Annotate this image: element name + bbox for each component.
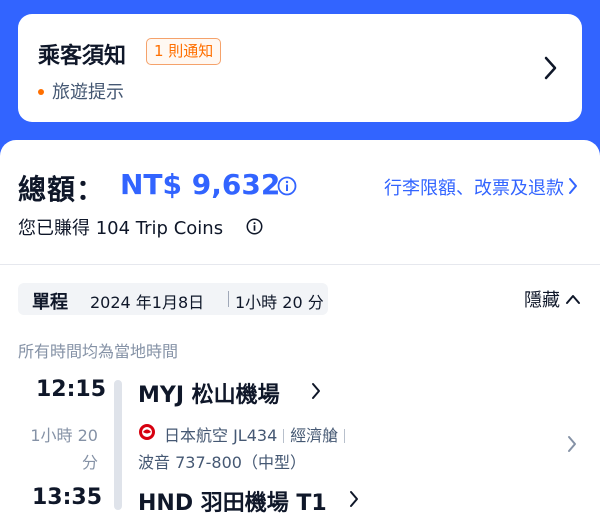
hide-details-button[interactable]: 隱藏 (524, 286, 560, 312)
airline-logo-icon (139, 424, 155, 440)
flight-duration: 1小時 20 (30, 426, 98, 445)
separator (283, 428, 285, 443)
arrival-airport-link[interactable]: HND 羽田機場 T1 (138, 485, 327, 517)
booking-summary-card: 總額： NT$ 9,632 行李限額、改票及退款 您已賺得 104 Trip C… (0, 140, 600, 523)
chevron-right-icon[interactable] (310, 381, 322, 401)
info-icon[interactable] (277, 176, 297, 196)
departure-airport-link[interactable]: MYJ 松山機場 (138, 377, 280, 409)
flight-duration-unit: 分 (81, 453, 98, 472)
chevron-right-icon[interactable] (566, 176, 580, 196)
trip-duration: 1小時 20 分 (235, 293, 324, 312)
trip-type-label: 單程 (32, 292, 68, 313)
separator (228, 291, 229, 307)
flight-info: 日本航空 JL434 經濟艙 (164, 422, 351, 446)
info-icon[interactable] (246, 218, 263, 235)
arrival-time: 13:35 (32, 485, 103, 510)
notice-subtitle: 旅遊提示 (38, 78, 124, 104)
notice-title: 乘客須知 (38, 44, 127, 69)
local-time-note: 所有時間均為當地時間 (18, 342, 179, 361)
total-label: 總額： (18, 173, 106, 206)
section-divider (0, 264, 600, 265)
trip-date: 2024 年1月8日 (90, 293, 205, 312)
aircraft-type: 波音 737-800（中型） (138, 453, 306, 472)
notice-count-badge: 1 則通知 (146, 38, 222, 65)
trip-summary-bar: 單程 2024 年1月8日 1小時 20 分 (18, 283, 328, 315)
departure-time: 12:15 (36, 377, 107, 402)
chevron-up-icon[interactable] (564, 292, 582, 306)
bullet-dot-icon (38, 88, 44, 95)
baggage-change-refund-link[interactable]: 行李限額、改票及退款 (384, 174, 564, 200)
passenger-notice-card[interactable]: 乘客須知 1 則通知 旅遊提示 (18, 14, 582, 122)
total-price: NT$ 9,632 (120, 168, 281, 201)
cabin-class: 經濟艙 (290, 426, 339, 445)
airline-flight-number: 日本航空 JL434 (164, 426, 278, 445)
trip-coins-text: 您已賺得 104 Trip Coins (18, 218, 224, 239)
separator (344, 428, 346, 443)
flight-timeline-bar (114, 380, 122, 510)
chevron-right-icon[interactable] (538, 54, 562, 82)
chevron-right-icon[interactable] (566, 434, 578, 454)
notice-subtitle-text: 旅遊提示 (52, 82, 124, 103)
chevron-right-icon[interactable] (348, 489, 360, 509)
